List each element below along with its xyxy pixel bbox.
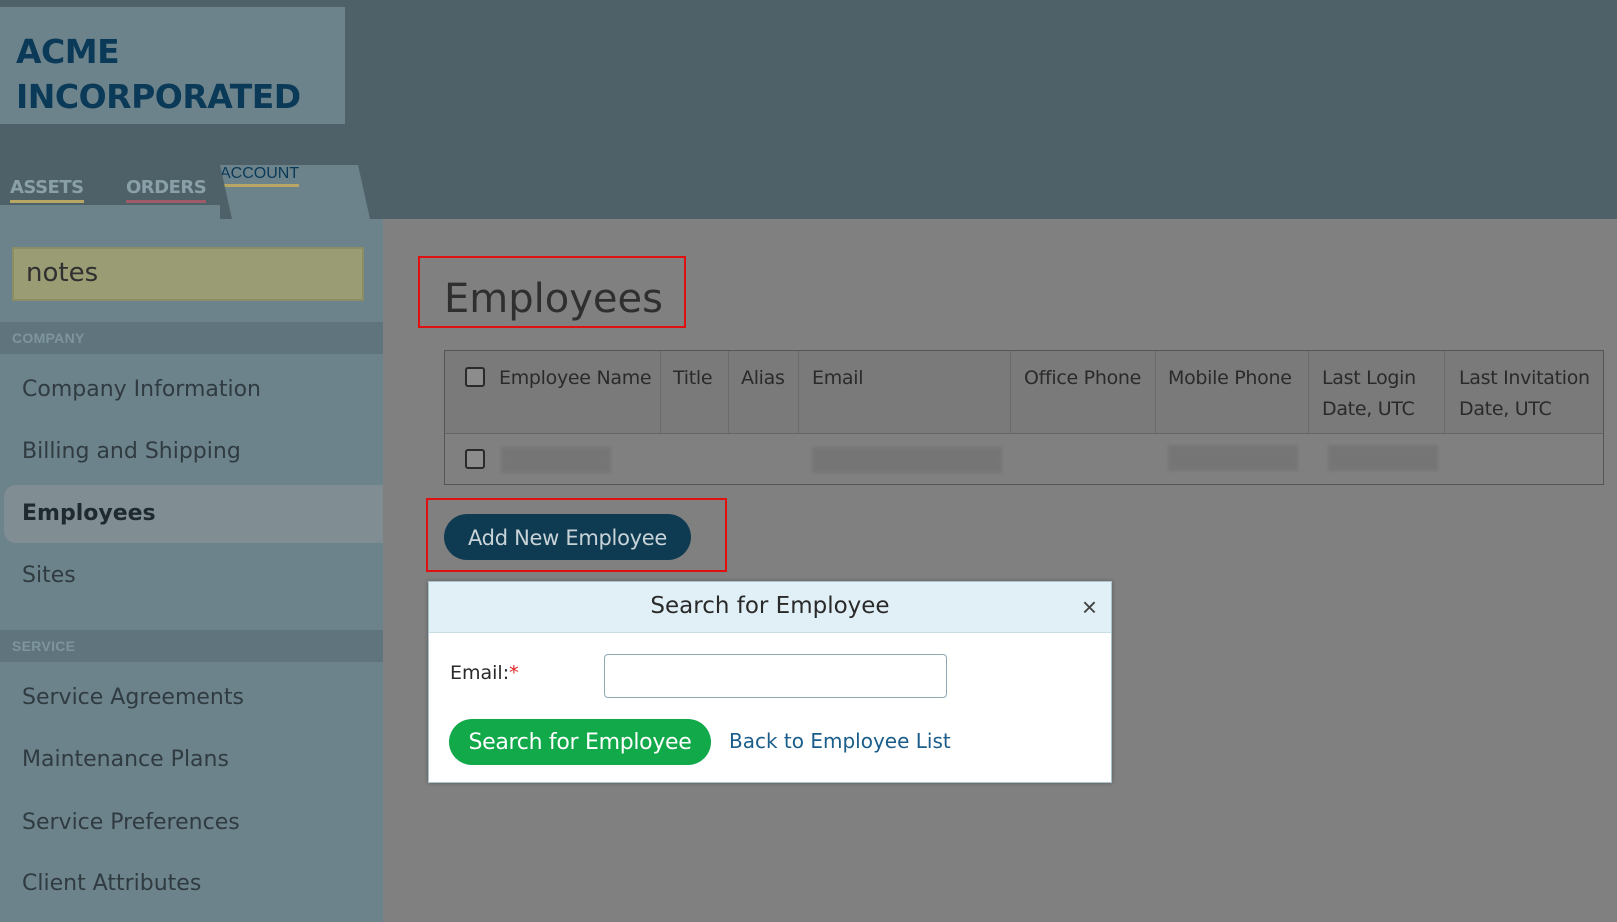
main-tabs: ASSETS ORDERS ACCOUNT: [0, 165, 380, 219]
brand-logo[interactable]: ACME INCORPORATED: [0, 7, 345, 124]
column-header-mobile-phone[interactable]: Mobile Phone: [1168, 363, 1292, 394]
column-header-last-login[interactable]: Last Login Date, UTC: [1322, 363, 1432, 425]
brand-line-1: ACME: [16, 32, 120, 71]
row-checkbox[interactable]: [465, 449, 485, 469]
section-heading-company: COMPANY: [0, 322, 383, 354]
search-for-employee-button[interactable]: Search for Employee: [449, 719, 711, 765]
email-label-text: Email:: [450, 662, 510, 684]
employees-table: Employee Name Title Alias Email Office P…: [444, 350, 1604, 485]
select-all-checkbox[interactable]: [465, 367, 485, 387]
column-divider: [728, 351, 729, 433]
redacted-last-login: [1328, 445, 1438, 471]
column-divider: [1308, 351, 1309, 433]
search-employee-dialog: Search for Employee × Email:* Search for…: [428, 581, 1112, 783]
column-header-employee-name[interactable]: Employee Name: [499, 363, 652, 394]
redacted-mobile-phone: [1168, 445, 1298, 471]
tab-orders-label: ORDERS: [126, 177, 207, 203]
sidebar-item-employees[interactable]: Employees: [4, 485, 383, 543]
sidebar-item-billing-and-shipping[interactable]: Billing and Shipping: [0, 423, 383, 481]
brand-name: ACME INCORPORATED: [16, 29, 336, 119]
sidebar-item-client-attributes[interactable]: Client Attributes: [0, 855, 383, 913]
add-new-employee-button[interactable]: Add New Employee: [444, 514, 691, 560]
column-divider: [1010, 351, 1011, 433]
sidebar-item-service-preferences[interactable]: Service Preferences: [0, 794, 383, 852]
sidebar-item-sites[interactable]: Sites: [0, 547, 383, 605]
dialog-header: Search for Employee ×: [429, 582, 1111, 633]
required-marker: *: [509, 662, 519, 684]
sidebar-item-service-agreements[interactable]: Service Agreements: [0, 669, 383, 727]
column-divider: [798, 351, 799, 433]
redacted-name: [501, 447, 611, 473]
sidebar-item-company-information[interactable]: Company Information: [0, 361, 383, 419]
sidebar: notes COMPANY Company Information Billin…: [0, 219, 383, 922]
tab-account[interactable]: ACCOUNT: [220, 165, 370, 219]
back-to-employee-list-link[interactable]: Back to Employee List: [729, 729, 951, 753]
tab-account-label: ACCOUNT: [220, 165, 300, 187]
close-icon[interactable]: ×: [1082, 594, 1097, 620]
notes-box[interactable]: notes: [12, 247, 364, 301]
column-header-alias[interactable]: Alias: [741, 363, 785, 394]
sidebar-item-maintenance-plans[interactable]: Maintenance Plans: [0, 731, 383, 789]
page-title: Employees: [444, 276, 663, 322]
column-header-office-phone[interactable]: Office Phone: [1024, 363, 1141, 394]
tab-assets-label: ASSETS: [10, 177, 84, 203]
section-heading-service: SERVICE: [0, 630, 383, 662]
column-header-email[interactable]: Email: [812, 363, 864, 394]
email-field[interactable]: [604, 654, 947, 698]
top-bar: ACME INCORPORATED ASSETS ORDERS ACCOUNT: [0, 0, 1617, 219]
column-header-last-invitation[interactable]: Last Invitation Date, UTC: [1459, 363, 1599, 425]
table-header: Employee Name Title Alias Email Office P…: [445, 351, 1603, 434]
column-header-title[interactable]: Title: [673, 363, 713, 394]
email-label: Email:*: [450, 662, 519, 684]
column-divider: [660, 351, 661, 433]
column-divider: [1444, 351, 1445, 433]
dialog-title: Search for Employee: [650, 593, 890, 619]
redacted-email: [812, 447, 1002, 473]
column-divider: [1155, 351, 1156, 433]
brand-line-2: INCORPORATED: [16, 77, 301, 116]
